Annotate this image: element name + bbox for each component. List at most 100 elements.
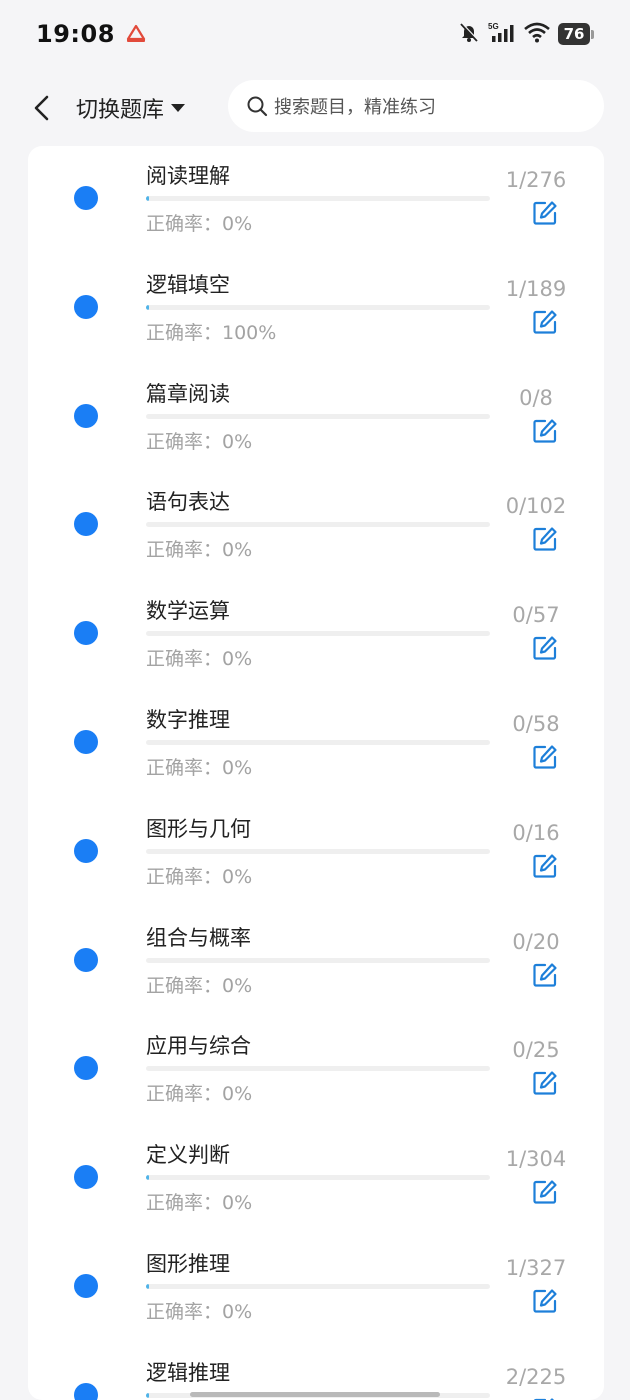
progress-bar — [146, 522, 490, 528]
status-dot — [74, 621, 98, 646]
app-logo-icon — [125, 24, 147, 44]
list-item[interactable]: 应用与综合 正确率：0% 0/25 — [28, 1016, 604, 1125]
progress-bar — [146, 1066, 490, 1072]
item-count: 0/57 — [512, 603, 560, 628]
edit-icon[interactable] — [532, 962, 558, 988]
status-dot — [74, 1056, 98, 1081]
progress-bar — [146, 1175, 490, 1181]
item-count: 0/8 — [519, 385, 553, 410]
list-item[interactable]: 图形与几何正确率：0% 0/16 — [28, 799, 604, 908]
list-item[interactable]: 数学运算 正确率：0% 0/57 — [28, 581, 604, 690]
progress-fill — [146, 196, 149, 201]
status-time: 19:08 — [36, 20, 115, 48]
edit-icon[interactable] — [532, 1070, 558, 1096]
list-item[interactable]: 图形推理 正确率：0% 1/327 — [28, 1234, 604, 1343]
item-accuracy: 正确率：100% — [146, 321, 277, 344]
item-count: 0/25 — [512, 1038, 560, 1063]
5g-signal-icon: 5G — [488, 21, 516, 47]
item-title: 逻辑填空 — [146, 272, 230, 297]
battery-cap — [591, 29, 594, 39]
status-dot — [74, 838, 98, 863]
item-count: 1/189 — [505, 276, 567, 301]
item-count: 2/225 — [505, 1364, 567, 1389]
item-title: 逻辑推理 — [146, 1360, 230, 1385]
back-button[interactable] — [26, 90, 56, 126]
list-item[interactable]: 语句表达 正确率：0% 0/102 — [28, 472, 604, 581]
progress-bar — [146, 304, 490, 310]
chevron-left-icon — [34, 95, 49, 121]
list-item[interactable]: 逻辑填空正确率：100% 1/189 — [28, 255, 604, 364]
item-title: 组合与概率 — [146, 925, 251, 950]
progress-fill — [146, 304, 149, 310]
item-title: 数字推理 — [146, 708, 230, 732]
edit-icon[interactable] — [532, 853, 558, 879]
status-dot — [74, 947, 98, 972]
battery-icon: 76 — [558, 23, 594, 45]
item-count: 0/16 — [512, 820, 560, 845]
edit-icon[interactable] — [532, 200, 558, 226]
list-item[interactable]: 数字推理正确率：0% 0/58 — [28, 690, 604, 799]
caret-down-icon — [171, 104, 186, 112]
item-title: 定义判断 — [146, 1143, 230, 1168]
edit-icon[interactable] — [532, 635, 558, 661]
svg-text:5G: 5G — [488, 22, 499, 31]
status-dot — [74, 294, 98, 319]
wifi-icon — [524, 21, 550, 47]
progress-bar — [146, 740, 490, 745]
list-item[interactable]: 定义判断正确率：0% 1/304 — [28, 1125, 604, 1234]
scroll-indicator — [190, 1392, 440, 1397]
item-count: 0/102 — [505, 494, 567, 519]
battery-level: 76 — [558, 23, 590, 45]
edit-icon[interactable] — [532, 1288, 558, 1314]
progress-bar — [146, 1284, 490, 1289]
item-title: 数学运算 — [146, 599, 230, 624]
edit-icon[interactable] — [532, 309, 558, 335]
item-accuracy: 正确率：0% — [146, 865, 253, 888]
list-item[interactable]: 组合与概率正确率：0% 0/20 — [28, 908, 604, 1017]
item-title: 图形与几何 — [146, 816, 251, 841]
item-title: 语句表达 — [146, 490, 230, 515]
progress-bar — [146, 957, 490, 963]
progress-fill — [146, 1175, 149, 1181]
search-input[interactable]: 搜索题目，精准练习 — [228, 80, 604, 132]
search-icon — [247, 96, 268, 117]
item-accuracy: 正确率：0% — [146, 974, 253, 997]
category-list: 阅读理解 正确率：0% 1/276 逻辑填空 正确率：100% 1/189 篇章阅读 正确率：… — [28, 146, 604, 1400]
edit-icon[interactable] — [532, 418, 558, 444]
item-title: 篇章阅读 — [146, 381, 230, 406]
progress-bar — [146, 196, 490, 201]
item-count: 1/276 — [505, 168, 567, 192]
item-count: 0/58 — [512, 712, 560, 736]
edit-icon[interactable] — [532, 1179, 558, 1205]
progress-bar — [146, 631, 490, 637]
item-accuracy: 正确率：0% — [146, 430, 253, 453]
progress-fill — [146, 1392, 150, 1398]
item-title: 阅读理解 — [146, 164, 230, 188]
item-count: 0/20 — [512, 929, 560, 954]
switch-bank-button[interactable]: 切换题库 — [76, 90, 186, 126]
status-bar: 19:08 5G 76 — [0, 0, 630, 68]
item-count: 1/327 — [505, 1256, 567, 1280]
edit-icon[interactable] — [532, 526, 558, 552]
status-right: 5G 76 — [458, 21, 594, 47]
edit-icon[interactable] — [532, 744, 558, 770]
item-count: 1/304 — [505, 1147, 567, 1172]
status-dot — [74, 730, 98, 754]
item-accuracy: 正确率：0% — [146, 757, 253, 779]
list-item[interactable]: 阅读理解正确率：0% 1/276 — [28, 146, 604, 255]
item-title: 应用与综合 — [146, 1034, 251, 1059]
status-dot — [74, 1382, 98, 1400]
item-accuracy: 正确率：0% — [146, 213, 253, 235]
item-accuracy: 正确率：0% — [146, 1192, 253, 1215]
status-dot — [74, 1165, 98, 1190]
status-dot — [74, 403, 98, 428]
progress-bar — [146, 413, 490, 419]
top-header: 切换题库 搜索题目，精准练习 — [0, 78, 630, 138]
bell-muted-icon — [458, 21, 480, 47]
switch-bank-label: 切换题库 — [76, 98, 165, 123]
progress-bar — [146, 848, 490, 854]
status-dot — [74, 512, 98, 537]
status-dot — [74, 1274, 98, 1298]
status-dot — [74, 186, 98, 210]
list-item[interactable]: 篇章阅读正确率：0% 0/8 — [28, 364, 604, 473]
